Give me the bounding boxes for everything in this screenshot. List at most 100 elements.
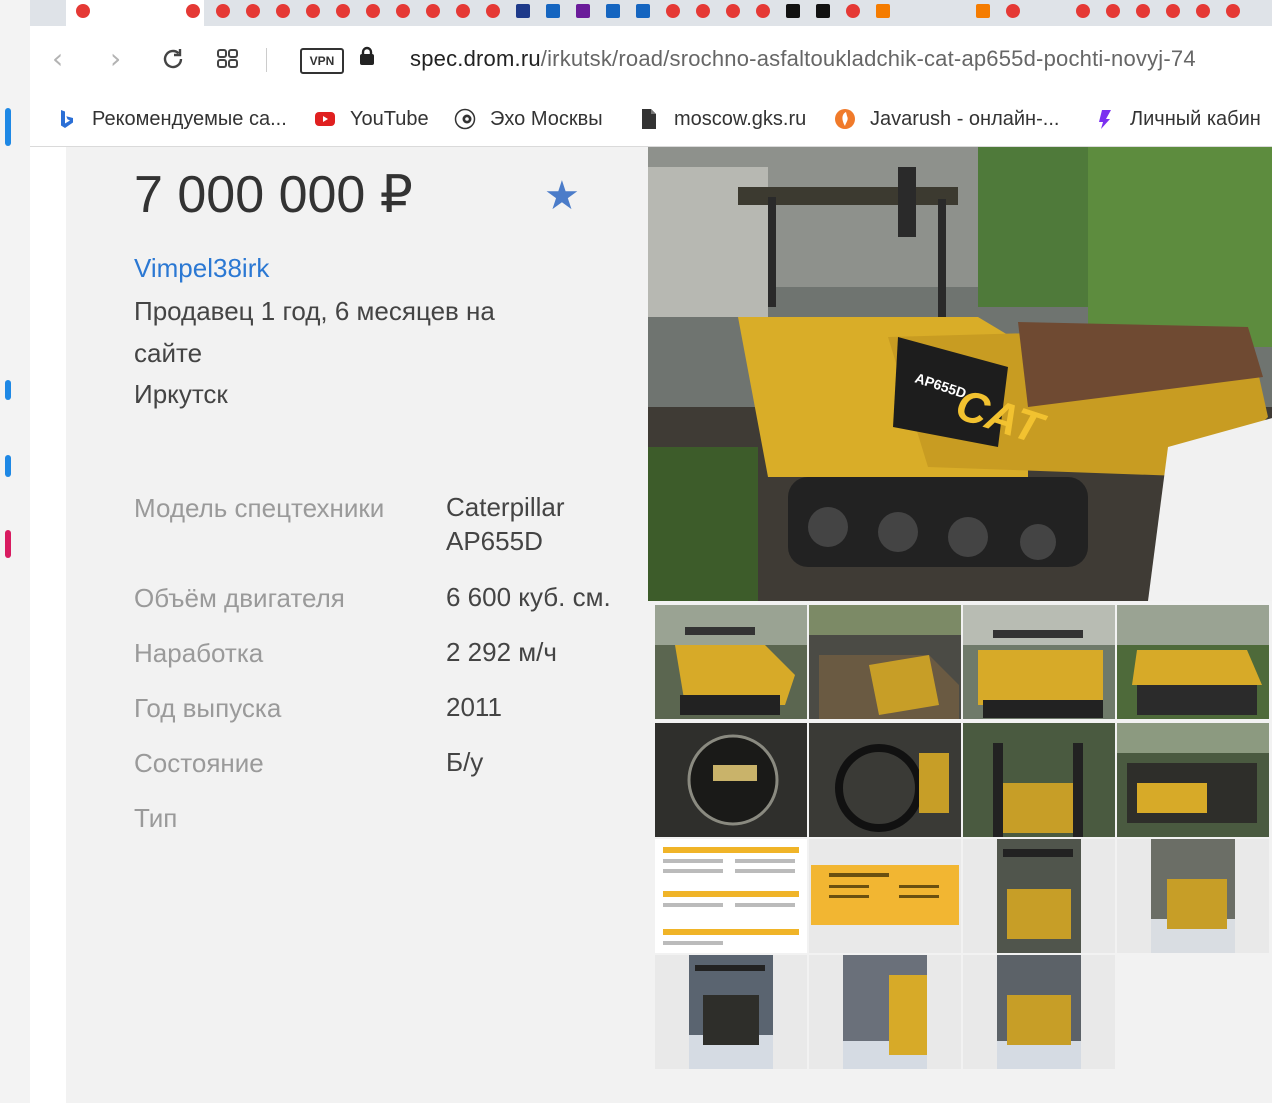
strip-indicator	[5, 530, 11, 558]
url-path: /irkutsk/road/srochno-asfaltoukladchik-c…	[540, 46, 1196, 71]
photo-thumbnail[interactable]	[963, 605, 1115, 719]
cabinet-icon	[1099, 110, 1111, 129]
thumb-image	[655, 723, 807, 837]
tab-favicon[interactable]	[186, 4, 200, 18]
spec-label: Наработка	[134, 638, 264, 668]
bookmark-label: Javarush - онлайн-...	[870, 107, 1060, 130]
bookmark-echo[interactable]: Эхо Москвы	[454, 104, 603, 134]
photo-thumbnail[interactable]	[963, 723, 1115, 837]
strip-indicator	[5, 380, 11, 400]
thumb-image	[1117, 839, 1269, 953]
page-content: 7 000 000 ₽ ★ Vimpel38irk Продавец 1 год…	[30, 147, 1272, 1103]
photo-thumbnail[interactable]	[1117, 839, 1269, 953]
bookmark-recommended[interactable]: Рекомендуемые са...	[56, 104, 287, 134]
photo-thumbnail[interactable]	[655, 955, 807, 1069]
bookmark-youtube[interactable]: YouTube	[314, 104, 429, 134]
thumb-image	[655, 839, 807, 953]
tab-favicon[interactable]	[666, 4, 680, 18]
document-icon	[642, 109, 656, 129]
forward-icon[interactable]: ›	[110, 40, 121, 78]
bookmarks-bar: Рекомендуемые са... YouTube Эхо Москвы m…	[30, 94, 1272, 147]
lock-icon[interactable]	[358, 46, 376, 66]
tab-favicon[interactable]	[1106, 4, 1120, 18]
thumb-image	[655, 955, 807, 1069]
tab-favicon[interactable]	[726, 4, 740, 18]
vpn-badge[interactable]: VPN	[300, 48, 344, 74]
photo-thumbnail[interactable]	[655, 605, 807, 719]
bookmark-gks[interactable]: moscow.gks.ru	[638, 104, 806, 134]
bing-icon	[61, 110, 73, 128]
spec-label: Состояние	[134, 748, 264, 778]
thumb-image	[655, 605, 807, 719]
strip-indicator	[5, 108, 11, 146]
tab-favicon[interactable]	[516, 4, 530, 18]
tab-favicon[interactable]	[1076, 4, 1090, 18]
toolbar-divider	[266, 48, 267, 72]
tab-favicon[interactable]	[846, 4, 860, 18]
bookmark-label: Рекомендуемые са...	[92, 107, 287, 130]
tab-favicon[interactable]	[696, 4, 710, 18]
tab-favicon[interactable]	[976, 4, 990, 18]
thumb-image	[809, 839, 961, 953]
bookmark-label: moscow.gks.ru	[674, 107, 807, 130]
tab-favicon[interactable]	[306, 4, 320, 18]
photo-thumbnail[interactable]	[809, 955, 961, 1069]
listing-panel: 7 000 000 ₽ ★ Vimpel38irk Продавец 1 год…	[66, 147, 1272, 1103]
tab-favicon[interactable]	[636, 4, 650, 18]
tab-favicon[interactable]	[76, 4, 90, 18]
address-bar[interactable]: spec.drom.ru/irkutsk/road/srochno-asfalt…	[410, 46, 1196, 72]
reload-icon[interactable]	[160, 46, 186, 72]
spec-value: Caterpillar AP655D	[446, 492, 565, 556]
tab-favicon[interactable]	[336, 4, 350, 18]
photo-thumbnail[interactable]	[809, 723, 961, 837]
bookmark-javarush[interactable]: Javarush - онлайн-...	[834, 104, 1059, 134]
photo-thumbnail[interactable]	[809, 839, 961, 953]
favorite-star-icon[interactable]: ★	[544, 173, 580, 219]
price: 7 000 000 ₽	[134, 166, 413, 224]
tab-favicon[interactable]	[366, 4, 380, 18]
photo-thumbnail[interactable]	[655, 723, 807, 837]
tabs-grid-icon[interactable]	[216, 48, 240, 70]
tab-favicon[interactable]	[756, 4, 770, 18]
tab-favicon[interactable]	[546, 4, 560, 18]
tab-favicon[interactable]	[1226, 4, 1240, 18]
photo-thumbnail[interactable]	[1117, 723, 1269, 837]
thumb-image	[963, 839, 1115, 953]
thumb-image	[1117, 605, 1269, 719]
tab-favicon[interactable]	[606, 4, 620, 18]
tab-favicon[interactable]	[876, 4, 890, 18]
spec-value: 6 600 куб. см.	[446, 582, 611, 612]
tab-favicon[interactable]	[576, 4, 590, 18]
tab-favicon[interactable]	[786, 4, 800, 18]
tab-favicon[interactable]	[816, 4, 830, 18]
seller-link[interactable]: Vimpel38irk	[134, 253, 269, 284]
spec-value: 2011	[446, 692, 502, 722]
photo-thumbnail[interactable]	[963, 955, 1115, 1069]
tab-favicon[interactable]	[216, 4, 230, 18]
thumb-image	[963, 955, 1115, 1069]
tab-favicon[interactable]	[1196, 4, 1210, 18]
spec-label: Модель спецтехники	[134, 493, 385, 523]
tab-favicon[interactable]	[456, 4, 470, 18]
tab-favicon[interactable]	[396, 4, 410, 18]
photo-thumbnail[interactable]	[963, 839, 1115, 953]
back-icon[interactable]: ‹	[52, 40, 63, 78]
tab-favicon[interactable]	[246, 4, 260, 18]
tab-strip[interactable]	[30, 0, 1272, 26]
tab-favicon[interactable]	[1136, 4, 1150, 18]
thumb-image	[963, 723, 1115, 837]
bookmark-cabinet[interactable]: Личный кабин	[1094, 104, 1261, 134]
main-photo[interactable]: AP655D CAT	[648, 147, 1272, 601]
tab-favicon[interactable]	[1166, 4, 1180, 18]
photo-thumbnail[interactable]	[1117, 605, 1269, 719]
tab-favicon[interactable]	[486, 4, 500, 18]
tab-favicon[interactable]	[1006, 4, 1020, 18]
spec-value: Б/у	[446, 747, 484, 777]
tab-favicon[interactable]	[276, 4, 290, 18]
spec-label: Объём двигателя	[134, 583, 345, 613]
thumb-image	[809, 723, 961, 837]
tab-favicon[interactable]	[426, 4, 440, 18]
photo-thumbnail[interactable]	[809, 605, 961, 719]
photo-thumbnail[interactable]	[655, 839, 807, 953]
bookmark-label: Личный кабин	[1130, 107, 1261, 130]
